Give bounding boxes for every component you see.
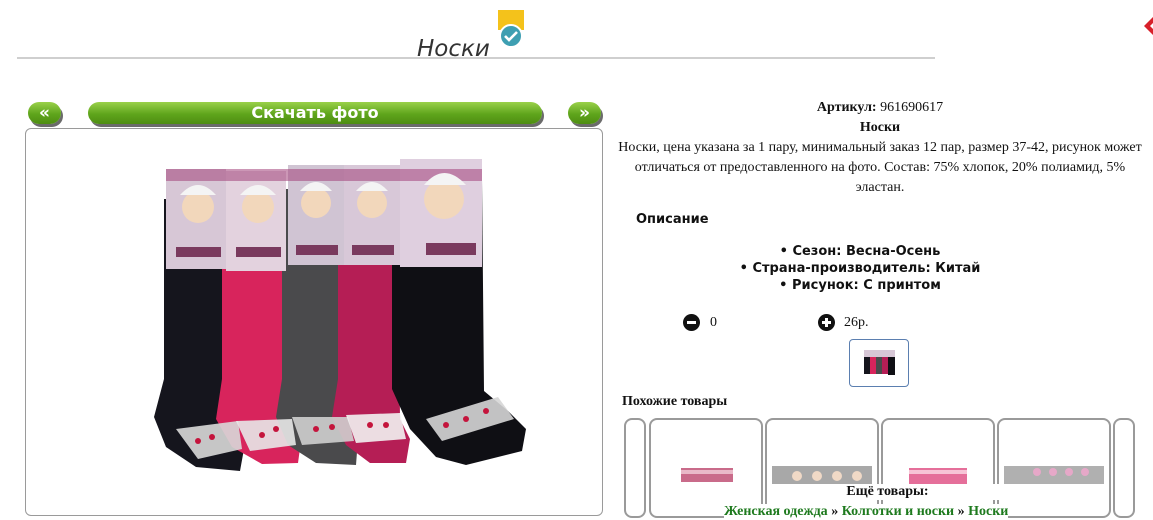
sku-label: Артикул: (816, 100, 877, 115)
attributes-list: Сезон: Весна-Осень Страна-производитель:… (610, 243, 1110, 294)
sku-value: 961690617 (880, 100, 944, 115)
product-photo (25, 128, 603, 516)
product-name: Носки (859, 120, 901, 135)
breadcrumb-separator: » (957, 504, 965, 519)
next-photo-button[interactable]: » (568, 102, 601, 124)
more-products-label: Ещё товары: (770, 484, 1005, 500)
download-photo-button[interactable]: Скачать фото (88, 102, 542, 124)
breadcrumb-womens-clothing[interactable]: Женская одежда (724, 504, 828, 519)
similar-item[interactable] (649, 418, 763, 518)
package-labels (166, 159, 482, 271)
breadcrumb-separator: » (831, 504, 839, 519)
product-info: Артикул: 961690617 Носки Носки, цена ука… (610, 98, 1150, 198)
similar-item[interactable] (881, 418, 995, 518)
page-title: Носки (417, 36, 490, 62)
decrease-quantity-button[interactable] (683, 314, 700, 331)
similar-item[interactable] (765, 418, 879, 518)
attribute-season: Сезон: Весна-Осень (610, 243, 1110, 260)
similar-item[interactable] (997, 418, 1111, 518)
plus-icon (822, 318, 831, 327)
similar-next-arrow[interactable] (1113, 418, 1135, 518)
increase-quantity-button[interactable] (818, 314, 835, 331)
breadcrumb-tights-and-socks[interactable]: Колготки и носки (842, 504, 954, 519)
quantity-value: 0 (710, 315, 717, 330)
similar-heading: Похожие товары (622, 394, 728, 409)
header-divider (17, 57, 935, 59)
attribute-country: Страна-производитель: Китай (610, 260, 1110, 277)
sku-line: Артикул: 961690617 (610, 98, 1150, 118)
breadcrumb: Женская одежда » Колготки и носки » Носк… (724, 504, 1009, 520)
similar-prev-arrow[interactable] (624, 418, 646, 518)
attribute-pattern: Рисунок: С принтом (610, 277, 1110, 294)
details-heading: Описание (636, 212, 709, 227)
product-description: Носки, цена указана за 1 пару, минимальн… (618, 140, 1142, 195)
minus-icon (687, 321, 696, 324)
close-icon[interactable] (1140, 10, 1153, 42)
product-thumbnail[interactable] (849, 339, 909, 387)
verified-badge-icon (497, 10, 524, 50)
breadcrumb-socks[interactable]: Носки (968, 504, 1008, 519)
price-value: 26р. (844, 315, 869, 330)
prev-photo-button[interactable]: « (28, 102, 61, 124)
